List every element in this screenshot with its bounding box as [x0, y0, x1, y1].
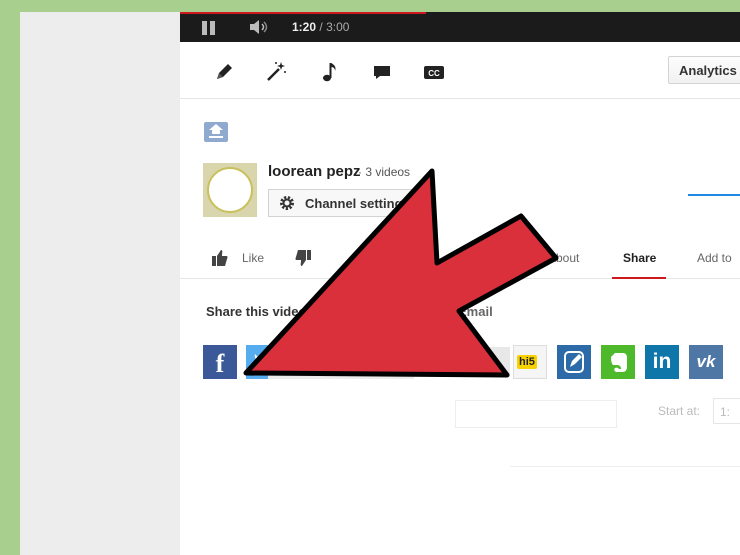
volume-icon[interactable]	[248, 19, 272, 35]
hi5-label: hi5	[517, 355, 537, 369]
evernote-share-icon[interactable]	[601, 345, 635, 379]
like-label[interactable]: Like	[242, 251, 264, 265]
time-separator: /	[319, 20, 323, 34]
share-heading: Share this video	[206, 304, 307, 319]
browser-frame: 1:20 / 3:00 CC Analytics loorean pepz · …	[20, 12, 740, 555]
share-tooltip: Share to Facebook	[317, 318, 428, 343]
start-at-label: Start at:	[658, 404, 701, 418]
share-icon-partial[interactable]	[480, 347, 510, 377]
facebook-share-icon[interactable]: f	[203, 345, 237, 379]
wikihow-watermark: wikiHow	[670, 536, 719, 551]
channel-avatar[interactable]	[203, 163, 257, 217]
vk-share-icon[interactable]: vk	[689, 345, 723, 379]
thumbs-down-icon[interactable]	[293, 248, 313, 268]
tab-about[interactable]: About	[548, 251, 579, 265]
current-time: 1:20	[292, 20, 317, 34]
video-count: · 3 videos	[358, 165, 410, 179]
video-player-controls: 1:20 / 3:00	[180, 12, 740, 42]
watermark-suffix: How	[691, 536, 720, 551]
tab-add-to[interactable]: Add to	[697, 251, 732, 265]
video-edit-toolbar: CC Analytics	[180, 42, 740, 99]
blogger-share-icon[interactable]	[557, 345, 591, 379]
thumbs-up-icon[interactable]	[210, 248, 230, 268]
watermark-prefix: wiki	[670, 536, 692, 551]
channel-settings-button[interactable]: Channel settings	[268, 189, 418, 217]
channel-name[interactable]: loorean pepz	[268, 163, 361, 180]
start-at-input[interactable]: 1:	[713, 398, 740, 424]
upload-icon[interactable]	[204, 122, 228, 142]
share-url-field[interactable]	[455, 400, 617, 428]
linkedin-share-icon[interactable]: in	[645, 345, 679, 379]
pause-icon[interactable]	[202, 21, 216, 35]
channel-settings-label: Channel settings	[305, 196, 410, 211]
tab-share[interactable]: Share	[623, 251, 656, 265]
left-empty-pane	[20, 12, 180, 555]
video-count-text: 3 videos	[365, 165, 411, 179]
speech-bubble-icon[interactable]	[370, 60, 394, 84]
subscriber-bar	[688, 194, 740, 196]
svg-text:CC: CC	[428, 69, 440, 78]
video-actions-bar: Like About Share Add to	[180, 238, 740, 279]
analytics-button[interactable]: Analytics	[668, 56, 740, 84]
cc-icon[interactable]: CC	[422, 60, 446, 84]
time-display: 1:20 / 3:00	[292, 20, 349, 34]
music-note-icon[interactable]	[318, 60, 342, 84]
share-icons-hidden-area	[268, 345, 414, 379]
active-tab-indicator	[612, 277, 666, 279]
video-count-dot: ·	[358, 165, 362, 179]
magic-wand-icon[interactable]	[264, 60, 288, 84]
hi5-share-icon[interactable]: hi5	[513, 345, 547, 379]
pencil-icon[interactable]	[212, 60, 236, 84]
total-time: 3:00	[326, 20, 350, 34]
progress-bar[interactable]	[180, 12, 427, 14]
youtube-page: 1:20 / 3:00 CC Analytics loorean pepz · …	[180, 12, 740, 555]
divider	[510, 466, 740, 467]
email-link[interactable]: Email	[458, 304, 493, 319]
gear-icon	[279, 195, 295, 211]
